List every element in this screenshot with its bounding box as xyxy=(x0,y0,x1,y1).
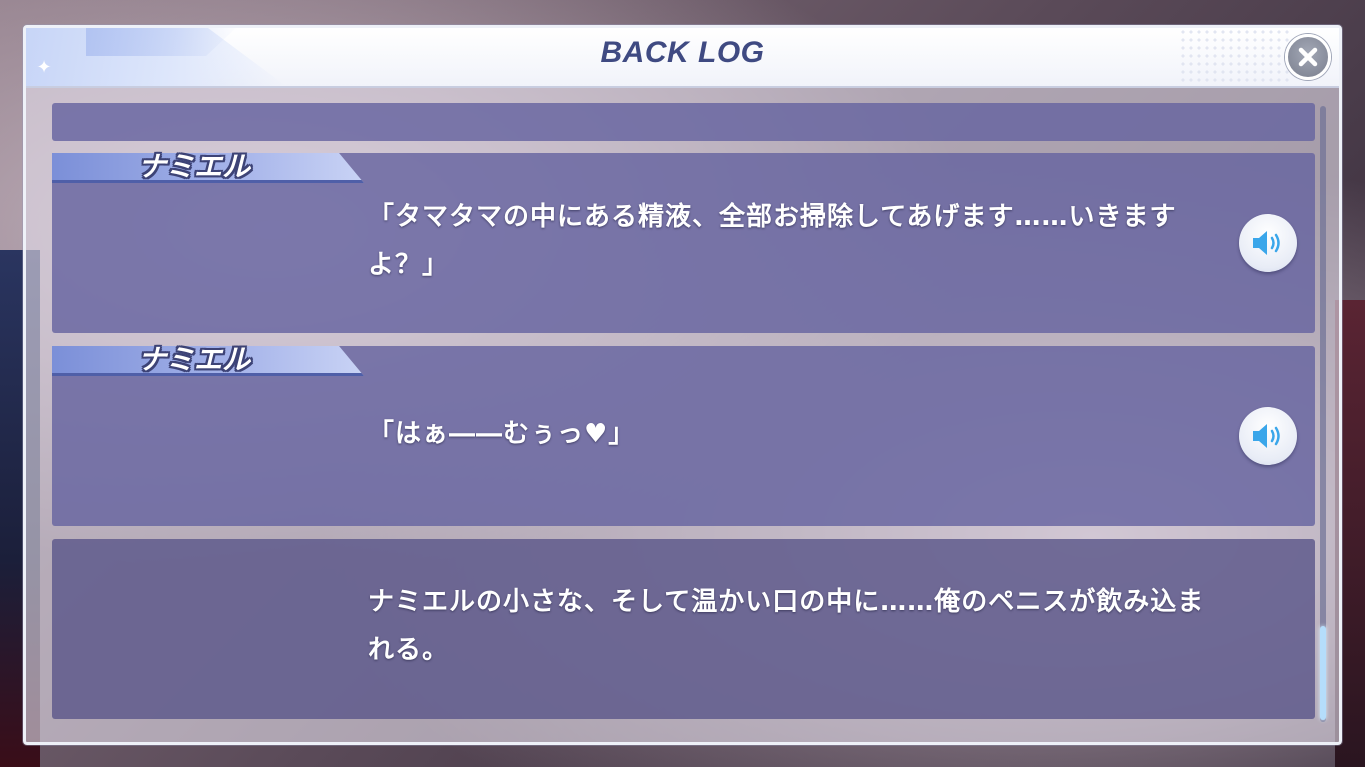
dialogue-text: 「タマタマの中にある精液、全部お掃除してあげます……いきますよ？」 xyxy=(368,202,1177,280)
scrollbar-track[interactable] xyxy=(1320,106,1326,722)
dialogue-text: 「はぁ――むぅっ♥」 xyxy=(368,419,636,449)
backlog-entry[interactable]: ナミエル 「はぁ――むぅっ♥」 xyxy=(52,343,1315,526)
game-screen: ✦ BACK LOG ナミエル 「タマタマの中にある精液、全部お掃除してあげます… xyxy=(0,0,1365,767)
speaker-name: ナミエル xyxy=(138,150,251,183)
backlog-entry-partial[interactable] xyxy=(52,103,1315,141)
close-icon xyxy=(1298,47,1318,67)
scrollbar-thumb[interactable] xyxy=(1320,626,1326,720)
voice-replay-button[interactable] xyxy=(1239,407,1297,465)
backlog-entry[interactable]: ナミエル 「タマタマの中にある精液、全部お掃除してあげます……いきますよ？」 xyxy=(52,150,1315,333)
speaker-name: ナミエル xyxy=(138,343,251,376)
close-button[interactable] xyxy=(1285,34,1331,80)
backlog-panel: ✦ BACK LOG ナミエル 「タマタマの中にある精液、全部お掃除してあげます… xyxy=(23,25,1342,745)
backlog-title: BACK LOG xyxy=(600,36,765,69)
voice-replay-button[interactable] xyxy=(1239,214,1297,272)
speaker-icon xyxy=(1253,231,1280,255)
backlog-entry-narration[interactable]: ナミエルの小さな、そして温かい口の中に……俺のペニスが飲み込まれる。 xyxy=(52,539,1315,719)
narration-text: ナミエルの小さな、そして温かい口の中に……俺のペニスが飲み込まれる。 xyxy=(368,587,1205,665)
backlog-list[interactable]: ナミエル 「タマタマの中にある精液、全部お掃除してあげます……いきますよ？」 ナ… xyxy=(52,103,1315,723)
speaker-icon xyxy=(1253,424,1280,448)
backlog-header: ✦ BACK LOG xyxy=(26,28,1339,88)
